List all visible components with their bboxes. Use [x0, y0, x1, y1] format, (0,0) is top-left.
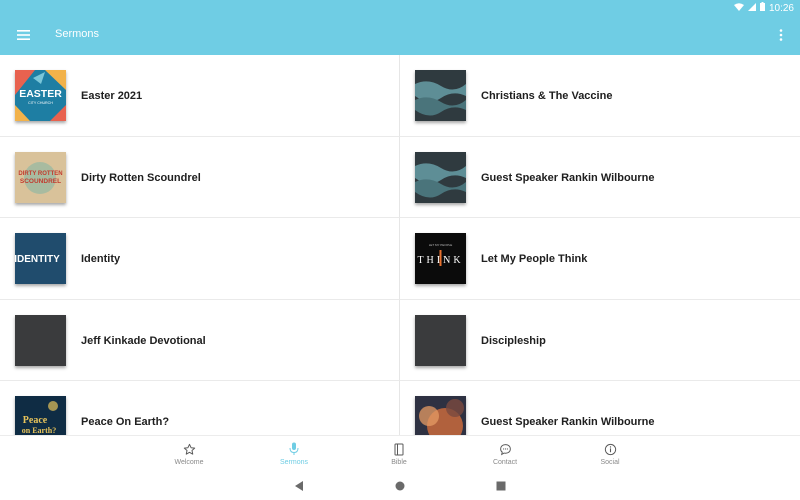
thumb-text: Peace: [23, 415, 48, 426]
sermons-screen: 10:26 Sermons EASTER CITY CHURCH Easter …: [0, 0, 800, 500]
sermon-title: Jeff Kinkade Devotional: [81, 334, 206, 347]
tab-contact[interactable]: Contact: [470, 441, 540, 466]
sermon-item[interactable]: EASTER CITY CHURCH Easter 2021: [0, 55, 400, 137]
tab-label: Sermons: [279, 459, 308, 466]
sermon-item[interactable]: Christians & The Vaccine: [400, 55, 800, 137]
sermon-thumbnail: DIRTY ROTTEN SCOUNDREL: [15, 151, 66, 203]
thumb-sub: LET MY PEOPLE: [429, 243, 453, 247]
sermon-thumbnail: [415, 396, 466, 435]
tab-sermons[interactable]: Sermons: [259, 441, 329, 466]
info-icon: [575, 441, 645, 457]
sermon-item[interactable]: DIRTY ROTTEN SCOUNDREL Dirty Rotten Scou…: [0, 136, 400, 218]
thumb-text: DIRTY ROTTEN: [18, 171, 62, 177]
back-icon[interactable]: [292, 479, 306, 493]
sermon-title: Guest Speaker Rankin Wilbourne: [481, 171, 655, 184]
sermon-item[interactable]: Peace on Earth? Peace On Earth?: [0, 381, 400, 435]
tab-bible[interactable]: Bible: [364, 441, 434, 466]
tab-label: Welcome: [174, 459, 204, 466]
sermon-item[interactable]: IDENTITY Identity: [0, 218, 400, 300]
chat-bubble-icon: [470, 441, 540, 457]
sermon-item[interactable]: Guest Speaker Rankin Wilbourne: [400, 137, 800, 218]
status-bar: 10:26: [0, 0, 800, 16]
status-time: 10:26: [768, 2, 794, 14]
hamburger-menu-icon[interactable]: [12, 25, 34, 45]
status-icons: 10:26: [733, 2, 794, 14]
tab-social[interactable]: Social: [575, 441, 645, 466]
star-icon: [154, 441, 224, 457]
bottom-navigation: Welcome Sermons Bible Contact Social: [0, 435, 800, 470]
sermon-list[interactable]: EASTER CITY CHURCH Easter 2021 Christian…: [0, 55, 800, 435]
thumb-text: IDENTITY: [15, 254, 60, 265]
signal-icon: [747, 2, 756, 14]
sermon-item[interactable]: Jeff Kinkade Devotional: [0, 299, 400, 381]
sermon-title: Dirty Rotten Scoundrel: [81, 171, 201, 184]
thumb-sub: SCOUNDREL: [20, 178, 61, 185]
sermon-title: Guest Speaker Rankin Wilbourne: [481, 416, 655, 428]
sermon-item[interactable]: LET MY PEOPLE THINK Let My People Think: [400, 218, 800, 300]
tab-label: Social: [600, 459, 620, 466]
sermon-thumbnail: [415, 151, 466, 203]
system-navigation-bar: [0, 470, 800, 500]
tab-label: Contact: [492, 459, 518, 466]
thumb-sub: on Earth?: [22, 426, 56, 435]
sermon-title: Peace On Earth?: [81, 416, 170, 428]
app-bar: Sermons: [0, 16, 800, 55]
microphone-icon: [259, 441, 329, 457]
sermon-item[interactable]: Guest Speaker Rankin Wilbourne: [400, 381, 800, 435]
tab-label: Bible: [391, 459, 407, 466]
thumb-sub: CITY CHURCH: [28, 101, 53, 105]
tab-welcome[interactable]: Welcome: [154, 441, 224, 466]
sermon-title: Identity: [81, 253, 121, 265]
sermon-title: Let My People Think: [481, 253, 588, 265]
thumb-text: EASTER: [19, 88, 62, 100]
recents-icon[interactable]: [494, 479, 508, 493]
sermon-thumbnail: EASTER CITY CHURCH: [15, 70, 66, 121]
sermon-title: Easter 2021: [81, 90, 143, 102]
book-icon: [364, 441, 434, 457]
thumb-text: THINK: [417, 255, 463, 266]
sermon-thumbnail: [415, 314, 466, 366]
sermon-thumbnail: [15, 314, 66, 366]
more-vert-icon[interactable]: [774, 25, 788, 45]
sermon-thumbnail: LET MY PEOPLE THINK: [415, 233, 466, 284]
sermon-title: Christians & The Vaccine: [481, 90, 613, 102]
sermon-thumbnail: IDENTITY: [15, 233, 66, 284]
sermon-thumbnail: Peace on Earth?: [15, 396, 66, 435]
home-icon[interactable]: [393, 479, 407, 493]
sermon-title: Discipleship: [481, 334, 546, 347]
battery-icon: [759, 2, 765, 14]
page-title: Sermons: [55, 28, 100, 40]
wifi-icon: [733, 2, 744, 14]
sermon-item[interactable]: Discipleship: [400, 300, 800, 381]
sermon-thumbnail: [415, 70, 466, 121]
